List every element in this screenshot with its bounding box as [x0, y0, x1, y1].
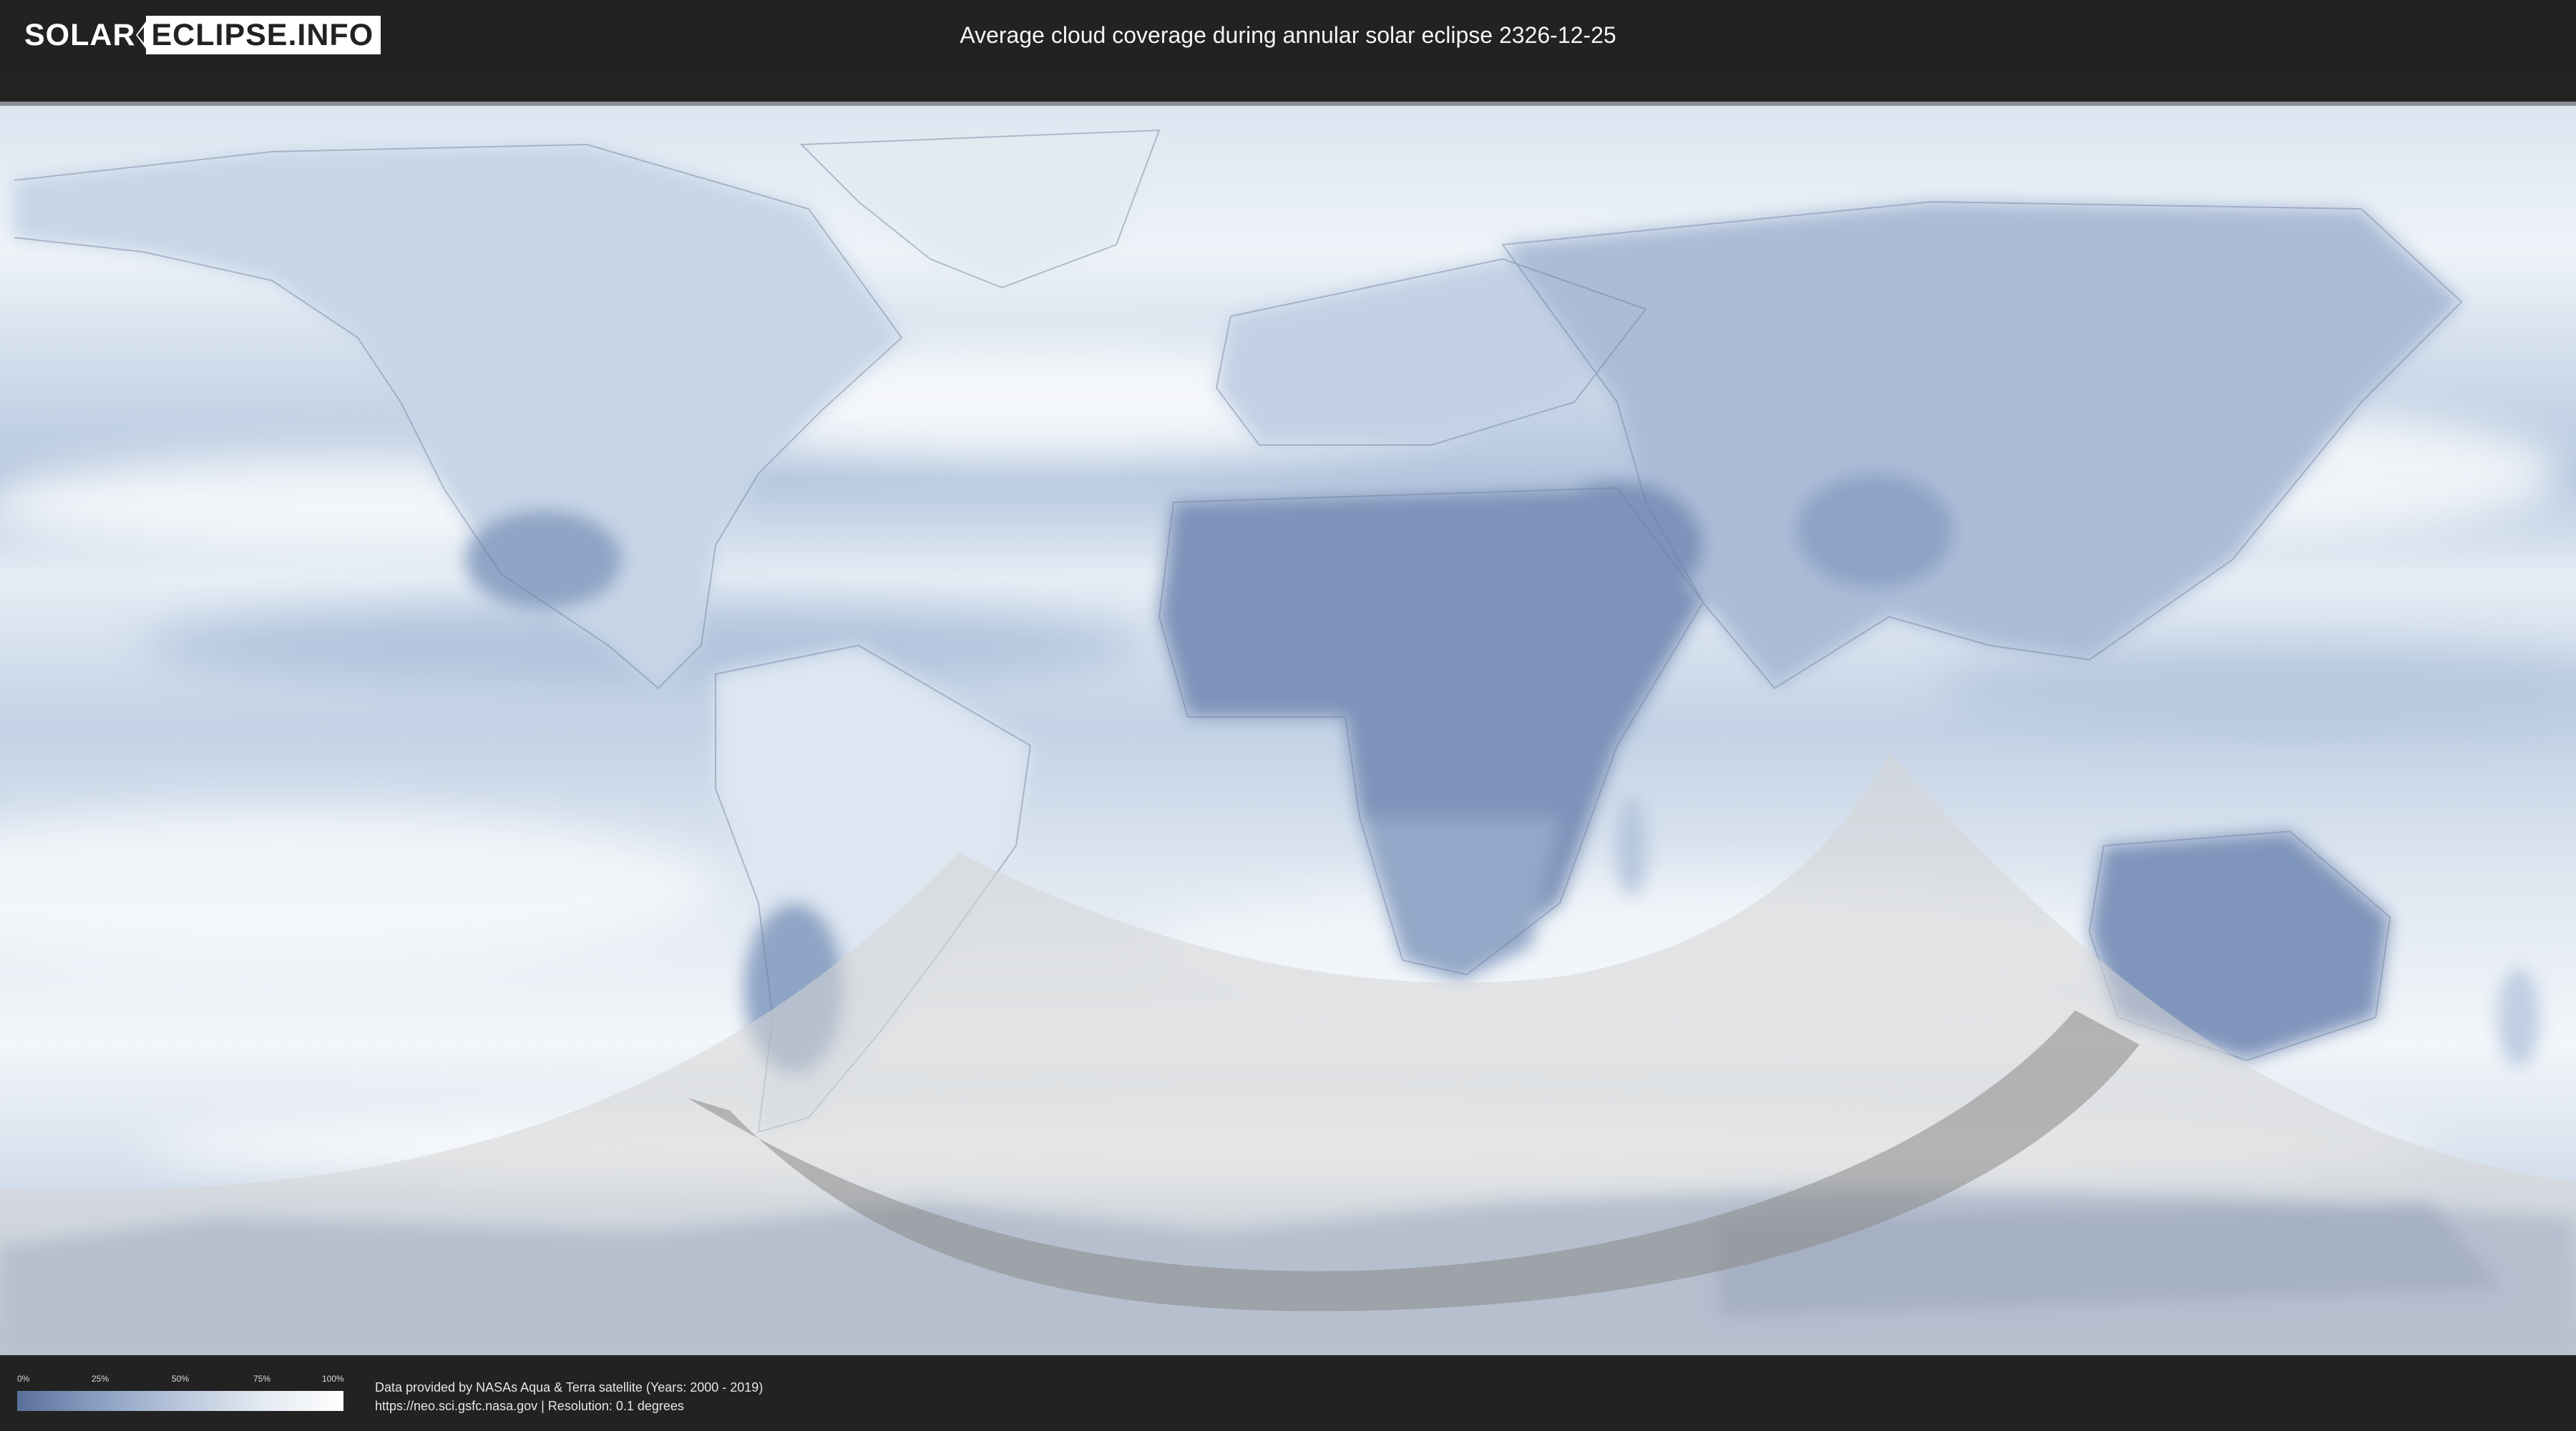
data-credit: Data provided by NASAs Aqua & Terra sate… [375, 1378, 763, 1415]
cloud-coverage-map[interactable] [0, 102, 2576, 1355]
cloud-scale-legend: 0% 25% 50% 75% 100% [17, 1374, 344, 1417]
page-title: Average cloud coverage during annular so… [960, 22, 1616, 48]
scale-tick-50: 50% [172, 1374, 190, 1384]
footer-bar: 0% 25% 50% 75% 100% Data provided by NAS… [0, 1358, 2576, 1431]
scale-tick-labels: 0% 25% 50% 75% 100% [17, 1374, 344, 1388]
scale-tick-100: 100% [322, 1374, 344, 1384]
scale-tick-0: 0% [17, 1374, 30, 1384]
world-map-svg [0, 102, 2576, 1355]
scale-tick-25: 25% [92, 1374, 109, 1384]
credit-line-2: https://neo.sci.gsfc.nasa.gov | Resoluti… [375, 1399, 684, 1413]
header-bar: SOLAR ECLIPSE.INFO Average cloud coverag… [0, 0, 2576, 72]
scale-gradient-bar [17, 1391, 343, 1411]
scale-tick-75: 75% [253, 1374, 271, 1384]
credit-line-1: Data provided by NASAs Aqua & Terra sate… [375, 1380, 763, 1395]
